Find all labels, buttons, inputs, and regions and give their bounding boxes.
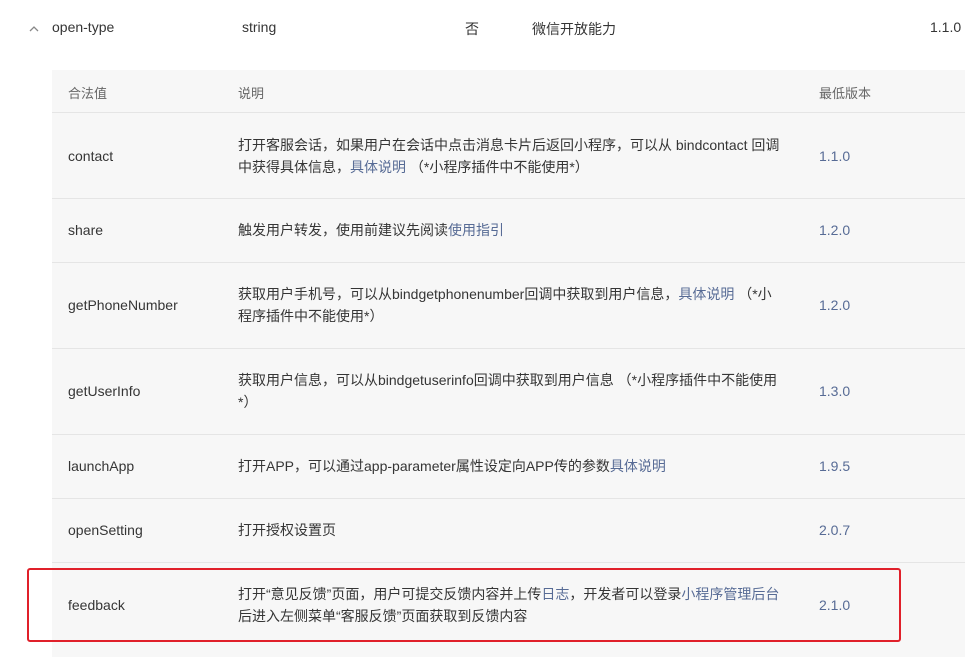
row-version: 1.2.0 <box>819 222 851 238</box>
row-description: 获取用户手机号，可以从bindgetphonenumber回调中获取到用户信息，… <box>238 283 783 327</box>
row-description: 获取用户信息，可以从bindgetuserinfo回调中获取到用户信息 （*小程… <box>238 369 783 413</box>
row-description: 打开“意见反馈”页面，用户可提交反馈内容并上传日志，开发者可以登录小程序管理后台… <box>238 583 783 627</box>
description-link[interactable]: 日志 <box>541 586 569 602</box>
table-row: feedback 打开“意见反馈”页面，用户可提交反馈内容并上传日志，开发者可以登… <box>52 562 965 648</box>
row-description: 打开客服会话，如果用户在会话中点击消息卡片后返回小程序，可以从 bindcont… <box>238 134 783 178</box>
description-text: 后进入左侧菜单“客服反馈”页面获取到反馈内容 <box>238 608 528 624</box>
description-link[interactable]: 具体说明 <box>678 286 734 302</box>
table-row: share 触发用户转发，使用前建议先阅读使用指引 1.2.0 <box>52 198 965 263</box>
table-row: launchApp 打开APP，可以通过app-parameter属性设定向APP… <box>52 434 965 499</box>
chevron-up-icon[interactable] <box>27 22 41 36</box>
table-row: openSetting 打开授权设置页 2.0.7 <box>52 498 965 563</box>
row-version: 2.0.7 <box>819 522 851 538</box>
header-version: 最低版本 <box>819 86 872 101</box>
row-version: 1.3.0 <box>819 383 851 399</box>
description-text: 打开APP，可以通过app-parameter属性设定向APP传的参数 <box>238 458 610 474</box>
table-header: 合法值 说明 最低版本 <box>52 70 965 113</box>
property-type: string <box>242 19 277 35</box>
property-name: open-type <box>52 19 115 35</box>
description-text: （*小程序插件中不能使用*） <box>406 158 589 175</box>
row-description: 触发用户转发，使用前建议先阅读使用指引 <box>238 219 783 241</box>
header-description: 说明 <box>238 86 265 101</box>
description-text: 打开授权设置页 <box>238 522 336 538</box>
property-version: 1.1.0 <box>930 19 962 35</box>
description-text: 获取用户手机号，可以从bindgetphonenumber回调中获取到用户信息， <box>238 286 679 302</box>
description-link[interactable]: 具体说明 <box>610 458 666 474</box>
row-value: contact <box>68 147 114 164</box>
row-description: 打开授权设置页 <box>238 519 783 541</box>
row-value: share <box>68 222 104 238</box>
description-text: 获取用户信息，可以从bindgetuserinfo回调中获取到用户信息 （*小程… <box>238 372 778 410</box>
description-text: ，开发者可以登录 <box>569 586 682 602</box>
row-version: 1.9.5 <box>819 458 851 474</box>
header-value: 合法值 <box>68 86 108 101</box>
property-row: open-type string 否 微信开放能力 1.1.0 <box>0 0 965 56</box>
table-row: getUserInfo 获取用户信息，可以从bindgetuserinfo回调中获… <box>52 348 965 435</box>
row-value: feedback <box>68 597 125 613</box>
description-text: 打开“意见反馈”页面，用户可提交反馈内容并上传 <box>238 586 542 602</box>
row-version: 2.1.0 <box>819 597 851 613</box>
description-link[interactable]: 小程序管理后台 <box>681 586 779 602</box>
row-description: 打开APP，可以通过app-parameter属性设定向APP传的参数具体说明 <box>238 455 783 477</box>
table-row: contact 打开客服会话，如果用户在会话中点击消息卡片后返回小程序，可以从 b… <box>52 113 965 199</box>
row-version: 1.1.0 <box>819 147 851 164</box>
row-value: getUserInfo <box>68 383 141 399</box>
description-link[interactable]: 使用指引 <box>448 222 504 238</box>
property-description: 微信开放能力 <box>532 21 616 37</box>
description-link[interactable]: 具体说明 <box>350 159 406 175</box>
row-value: openSetting <box>68 522 143 538</box>
row-value: launchApp <box>68 458 135 474</box>
legal-values-table: 合法值 说明 最低版本 contact 打开客服会话，如果用户在会话中点击消息卡片… <box>52 70 965 657</box>
property-required: 否 <box>465 21 479 37</box>
table-row: getPhoneNumber 获取用户手机号，可以从bindgetphonenum… <box>52 262 965 349</box>
row-version: 1.2.0 <box>819 297 851 313</box>
description-text: 触发用户转发，使用前建议先阅读 <box>238 222 448 238</box>
row-value: getPhoneNumber <box>68 297 178 313</box>
